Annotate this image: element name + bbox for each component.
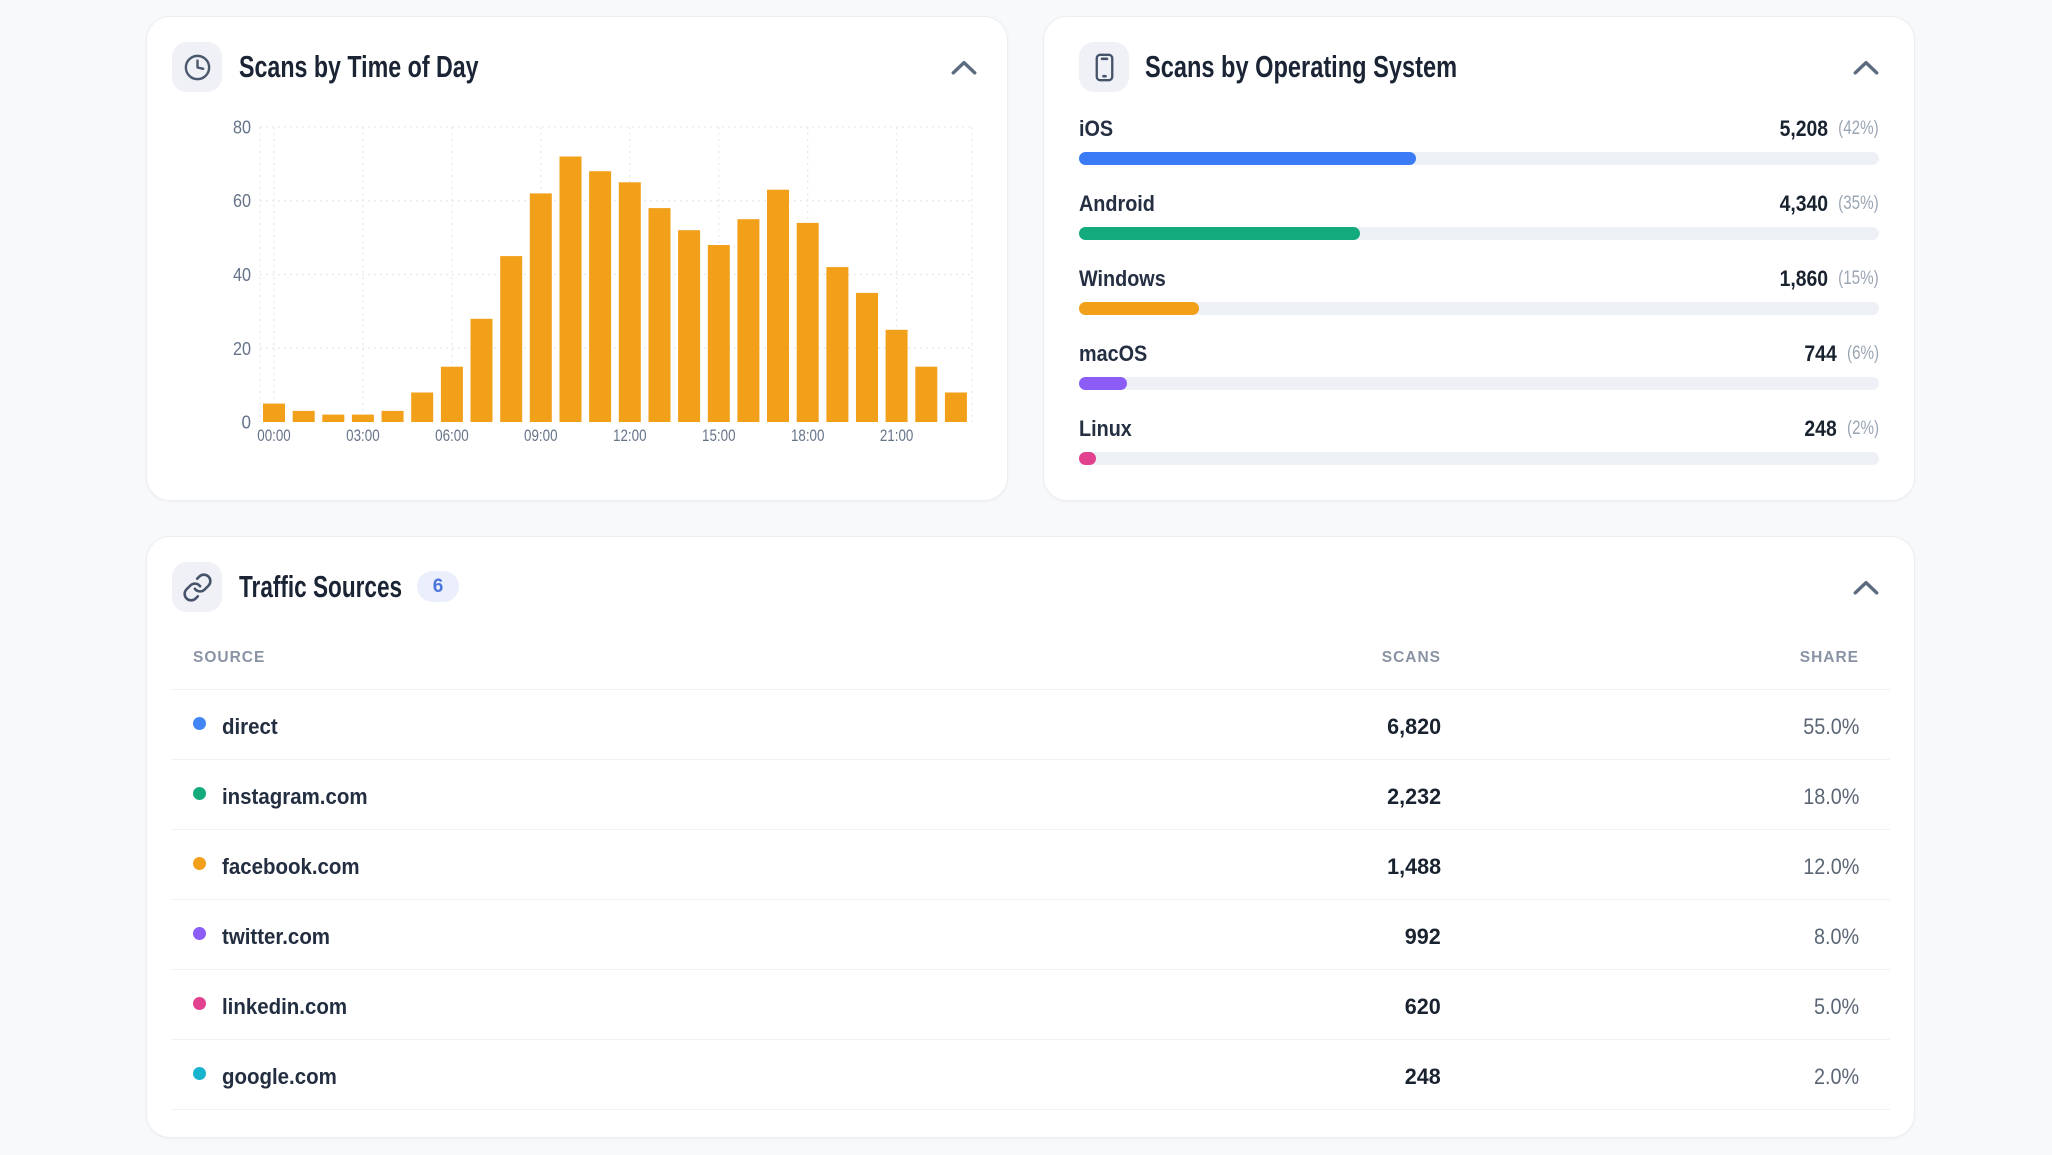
svg-text:09:00: 09:00 [524, 426, 558, 445]
svg-text:0: 0 [242, 412, 252, 433]
svg-text:60: 60 [233, 190, 251, 211]
svg-text:06:00: 06:00 [435, 426, 469, 445]
svg-text:12:00: 12:00 [613, 426, 647, 445]
svg-text:00:00: 00:00 [257, 426, 291, 445]
svg-text:18:00: 18:00 [791, 426, 825, 445]
svg-text:15:00: 15:00 [702, 426, 736, 445]
svg-text:40: 40 [233, 264, 251, 285]
svg-text:20: 20 [233, 338, 251, 359]
svg-text:21:00: 21:00 [880, 426, 914, 445]
svg-text:80: 80 [233, 117, 251, 138]
svg-text:03:00: 03:00 [346, 426, 380, 445]
